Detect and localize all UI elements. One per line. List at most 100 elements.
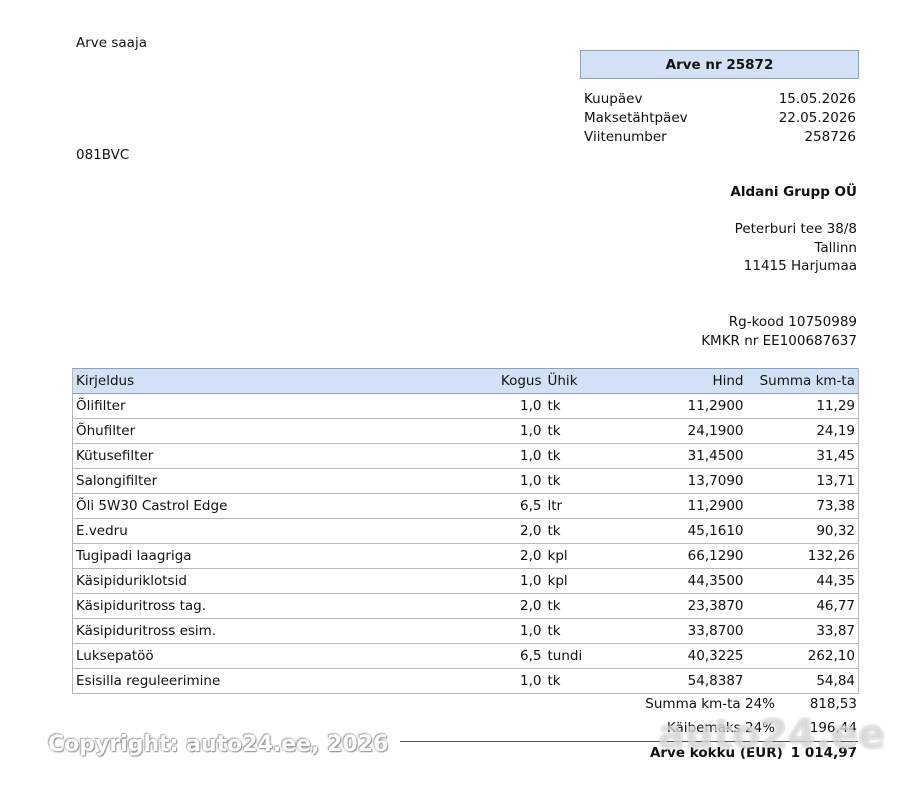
- cell-quantity: 1,0: [472, 568, 545, 594]
- table-row: Käsipiduritross esim. 1,0 tk 33,8700 33,…: [72, 618, 859, 644]
- recipient-label: Arve saaja: [76, 35, 147, 51]
- cell-price: 33,8700: [614, 618, 747, 644]
- meta-label: Viitenumber: [584, 129, 667, 145]
- table-header-row: Kirjeldus Kogus Ühik Hind Summa km-ta: [72, 368, 859, 394]
- meta-label: Maksetähtpäev: [584, 110, 688, 126]
- company-vat-number: KMKR nr EE100687637: [701, 333, 857, 349]
- cell-quantity: 1,0: [472, 618, 545, 644]
- column-header-quantity: Kogus: [472, 368, 545, 394]
- company-address-city: Tallinn: [814, 240, 857, 256]
- meta-value: 15.05.2026: [778, 91, 856, 107]
- cell-description: Käsipiduritross esim.: [72, 618, 473, 644]
- meta-row-reference: Viitenumber 258726: [584, 129, 856, 145]
- company-address-postal: 11415 Harjumaa: [743, 258, 857, 274]
- column-header-price: Hind: [614, 368, 747, 394]
- cell-description: Õlifilter: [72, 393, 473, 419]
- cell-price: 11,2900: [614, 493, 747, 519]
- cell-quantity: 6,5: [472, 493, 545, 519]
- cell-unit: tundi: [544, 643, 615, 669]
- cell-quantity: 1,0: [472, 668, 545, 694]
- column-header-sum: Summa km-ta: [746, 368, 859, 394]
- cell-sum: 90,32: [746, 518, 859, 544]
- cell-price: 44,3500: [614, 568, 747, 594]
- subtotal-label: Summa km-ta 24%: [645, 696, 775, 712]
- cell-unit: kpl: [544, 568, 615, 594]
- table-row: Luksepatöö 6,5 tundi 40,3225 262,10: [72, 643, 859, 669]
- column-header-unit: Ühik: [544, 368, 615, 394]
- meta-row-due-date: Maksetähtpäev 22.05.2026: [584, 110, 856, 126]
- cell-quantity: 1,0: [472, 443, 545, 469]
- subtotal-value: 818,53: [809, 696, 857, 712]
- invoice-items-table: Kirjeldus Kogus Ühik Hind Summa km-ta Õl…: [72, 368, 859, 694]
- cell-quantity: 1,0: [472, 418, 545, 444]
- company-name: Aldani Grupp OÜ: [730, 184, 857, 200]
- meta-value: 258726: [804, 129, 856, 145]
- cell-description: Käsipiduritross tag.: [72, 593, 473, 619]
- cell-unit: tk: [544, 668, 615, 694]
- table-row: Õlifilter 1,0 tk 11,2900 11,29: [72, 393, 859, 419]
- recipient-code: 081BVC: [76, 147, 130, 163]
- cell-quantity: 2,0: [472, 518, 545, 544]
- meta-row-date: Kuupäev 15.05.2026: [584, 91, 856, 107]
- cell-sum: 44,35: [746, 568, 859, 594]
- meta-label: Kuupäev: [584, 91, 643, 107]
- table-row: Õhufilter 1,0 tk 24,1900 24,19: [72, 418, 859, 444]
- cell-unit: tk: [544, 468, 615, 494]
- table-row: Õli 5W30 Castrol Edge 6,5 ltr 11,2900 73…: [72, 493, 859, 519]
- cell-quantity: 1,0: [472, 393, 545, 419]
- company-address-street: Peterburi tee 38/8: [734, 221, 857, 237]
- cell-price: 45,1610: [614, 518, 747, 544]
- cell-price: 23,3870: [614, 593, 747, 619]
- table-row: Salongifilter 1,0 tk 13,7090 13,71: [72, 468, 859, 494]
- table-row: Tugipadi laagriga 2,0 kpl 66,1290 132,26: [72, 543, 859, 569]
- table-row: Käsipiduritross tag. 2,0 tk 23,3870 46,7…: [72, 593, 859, 619]
- cell-sum: 54,84: [746, 668, 859, 694]
- cell-sum: 31,45: [746, 443, 859, 469]
- subtotal-row: Summa km-ta 24% 818,53: [645, 696, 857, 712]
- cell-quantity: 6,5: [472, 643, 545, 669]
- cell-price: 66,1290: [614, 543, 747, 569]
- cell-description: Salongifilter: [72, 468, 473, 494]
- column-header-description: Kirjeldus: [72, 368, 473, 394]
- cell-unit: tk: [544, 518, 615, 544]
- cell-sum: 11,29: [746, 393, 859, 419]
- table-row: Esisilla reguleerimine 1,0 tk 54,8387 54…: [72, 668, 859, 694]
- cell-unit: tk: [544, 393, 615, 419]
- cell-description: Õli 5W30 Castrol Edge: [72, 493, 473, 519]
- cell-unit: tk: [544, 418, 615, 444]
- cell-description: Tugipadi laagriga: [72, 543, 473, 569]
- cell-unit: tk: [544, 443, 615, 469]
- invoice-title: Arve nr 25872: [580, 50, 859, 79]
- cell-price: 24,1900: [614, 418, 747, 444]
- cell-sum: 24,19: [746, 418, 859, 444]
- cell-sum: 13,71: [746, 468, 859, 494]
- cell-sum: 46,77: [746, 593, 859, 619]
- company-reg-code: Rg-kood 10750989: [728, 314, 857, 330]
- cell-description: Käsipiduriklotsid: [72, 568, 473, 594]
- cell-sum: 132,26: [746, 543, 859, 569]
- cell-price: 11,2900: [614, 393, 747, 419]
- cell-description: Õhufilter: [72, 418, 473, 444]
- meta-value: 22.05.2026: [778, 110, 856, 126]
- cell-sum: 73,38: [746, 493, 859, 519]
- cell-description: Kütusefilter: [72, 443, 473, 469]
- cell-unit: ltr: [544, 493, 615, 519]
- cell-description: Esisilla reguleerimine: [72, 668, 473, 694]
- table-row: Kütusefilter 1,0 tk 31,4500 31,45: [72, 443, 859, 469]
- cell-unit: tk: [544, 593, 615, 619]
- table-row: Käsipiduriklotsid 1,0 kpl 44,3500 44,35: [72, 568, 859, 594]
- cell-price: 40,3225: [614, 643, 747, 669]
- cell-unit: kpl: [544, 543, 615, 569]
- cell-price: 54,8387: [614, 668, 747, 694]
- cell-price: 31,4500: [614, 443, 747, 469]
- cell-sum: 33,87: [746, 618, 859, 644]
- cell-price: 13,7090: [614, 468, 747, 494]
- cell-description: E.vedru: [72, 518, 473, 544]
- table-row: E.vedru 2,0 tk 45,1610 90,32: [72, 518, 859, 544]
- cell-quantity: 2,0: [472, 593, 545, 619]
- cell-description: Luksepatöö: [72, 643, 473, 669]
- cell-quantity: 1,0: [472, 468, 545, 494]
- cell-sum: 262,10: [746, 643, 859, 669]
- cell-unit: tk: [544, 618, 615, 644]
- cell-quantity: 2,0: [472, 543, 545, 569]
